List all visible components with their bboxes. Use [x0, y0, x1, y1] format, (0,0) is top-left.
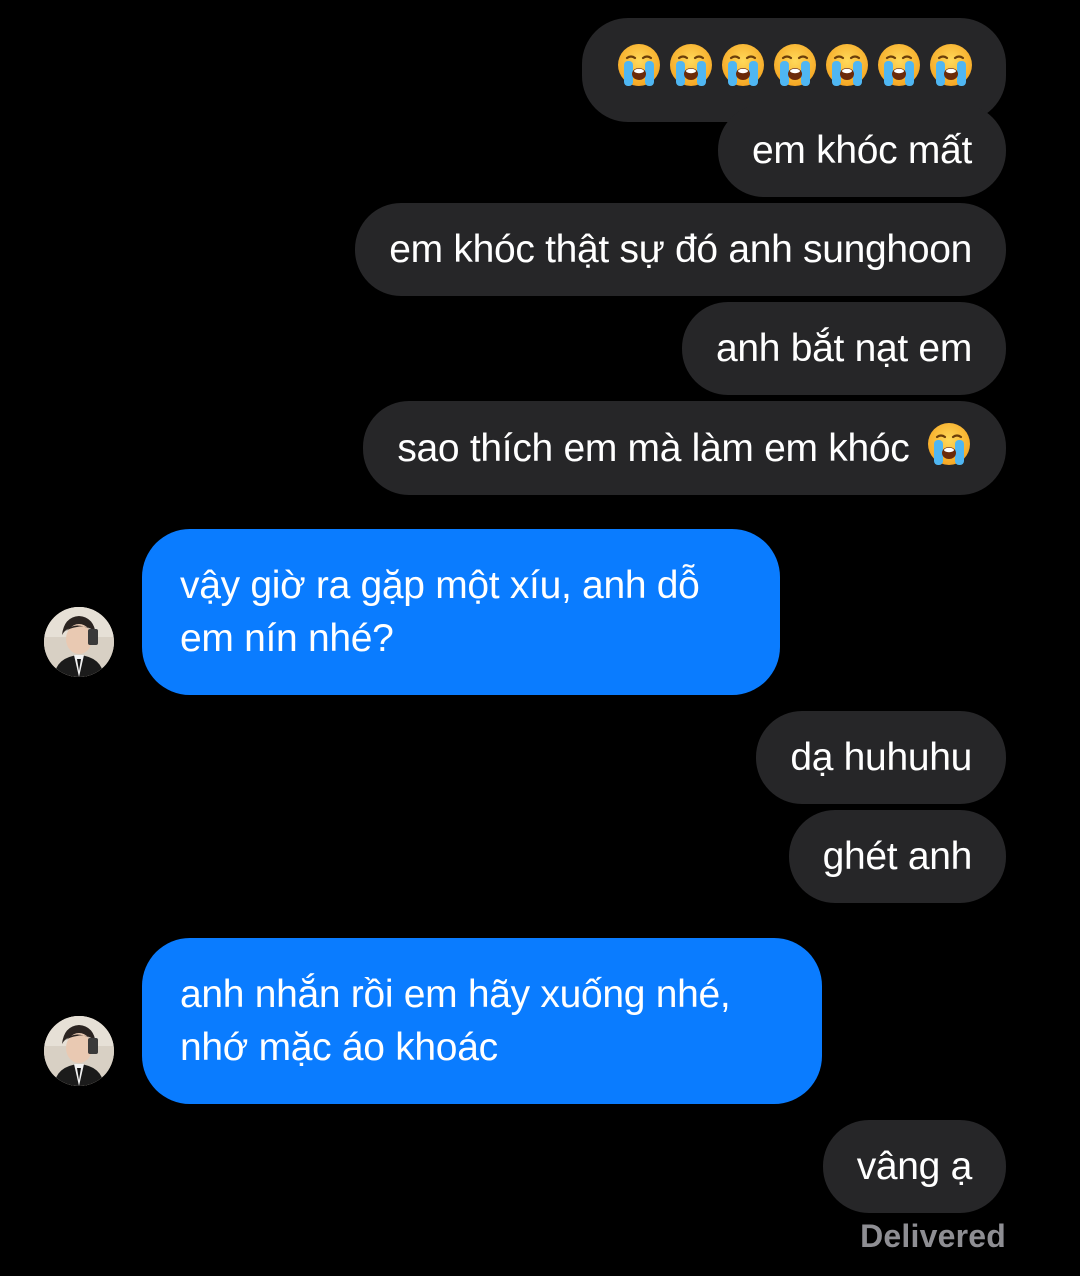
- message-bubble-outgoing[interactable]: em khóc mất: [718, 104, 1006, 197]
- message-text-line: nhớ mặc áo khoác: [180, 1026, 498, 1069]
- loudly-crying-face-icon: [668, 42, 714, 88]
- loudly-crying-face-icon: [876, 42, 922, 88]
- loudly-crying-face-icon: [824, 42, 870, 88]
- message-bubble-incoming[interactable]: anh nhắn rồi em hãy xuống nhé, nhớ mặc á…: [142, 938, 822, 1104]
- message-bubble-outgoing[interactable]: anh bắt nạt em: [682, 302, 1006, 395]
- message-bubble-outgoing[interactable]: em khóc thật sự đó anh sunghoon: [355, 203, 1006, 296]
- loudly-crying-face-icon: [926, 421, 972, 467]
- delivery-status: Delivered: [860, 1218, 1006, 1254]
- message-bubble-outgoing[interactable]: dạ huhuhu: [756, 711, 1006, 804]
- contact-avatar[interactable]: [44, 1016, 114, 1086]
- message-text: vâng ạ: [856, 1145, 973, 1188]
- message-text-line: anh nhắn rồi em hãy xuống nhé,: [180, 973, 731, 1016]
- loudly-crying-face-icon: [720, 42, 766, 88]
- loudly-crying-face-icon: [616, 42, 662, 88]
- contact-avatar[interactable]: [44, 607, 114, 677]
- message-text: em khóc thật sự đó anh sunghoon: [389, 228, 972, 271]
- message-text-line: em nín nhé?: [180, 617, 394, 660]
- message-text: em khóc mất: [752, 129, 972, 172]
- message-bubble-incoming[interactable]: vậy giờ ra gặp một xíu, anh dỗ em nín nh…: [142, 529, 780, 695]
- avatar-photo: [44, 607, 114, 677]
- message-text: ghét anh: [822, 835, 973, 878]
- message-thread[interactable]: em khóc mất em khóc thật sự đó anh sungh…: [0, 0, 1080, 1276]
- message-text: dạ huhuhu: [790, 736, 972, 779]
- message-text-line: vậy giờ ra gặp một xíu, anh dỗ: [180, 564, 700, 607]
- message-bubble-outgoing[interactable]: vâng ạ: [822, 1120, 1006, 1213]
- message-bubble-outgoing[interactable]: ghét anh: [788, 810, 1006, 903]
- avatar-photo: [44, 1016, 114, 1086]
- message-bubble-outgoing[interactable]: sao thích em mà làm em khóc: [363, 401, 1006, 495]
- loudly-crying-face-icon: [928, 42, 974, 88]
- message-text: anh bắt nạt em: [716, 327, 972, 370]
- loudly-crying-face-icon: [772, 42, 818, 88]
- message-text: sao thích em mà làm em khóc: [397, 427, 910, 470]
- emoji-row: [616, 38, 974, 91]
